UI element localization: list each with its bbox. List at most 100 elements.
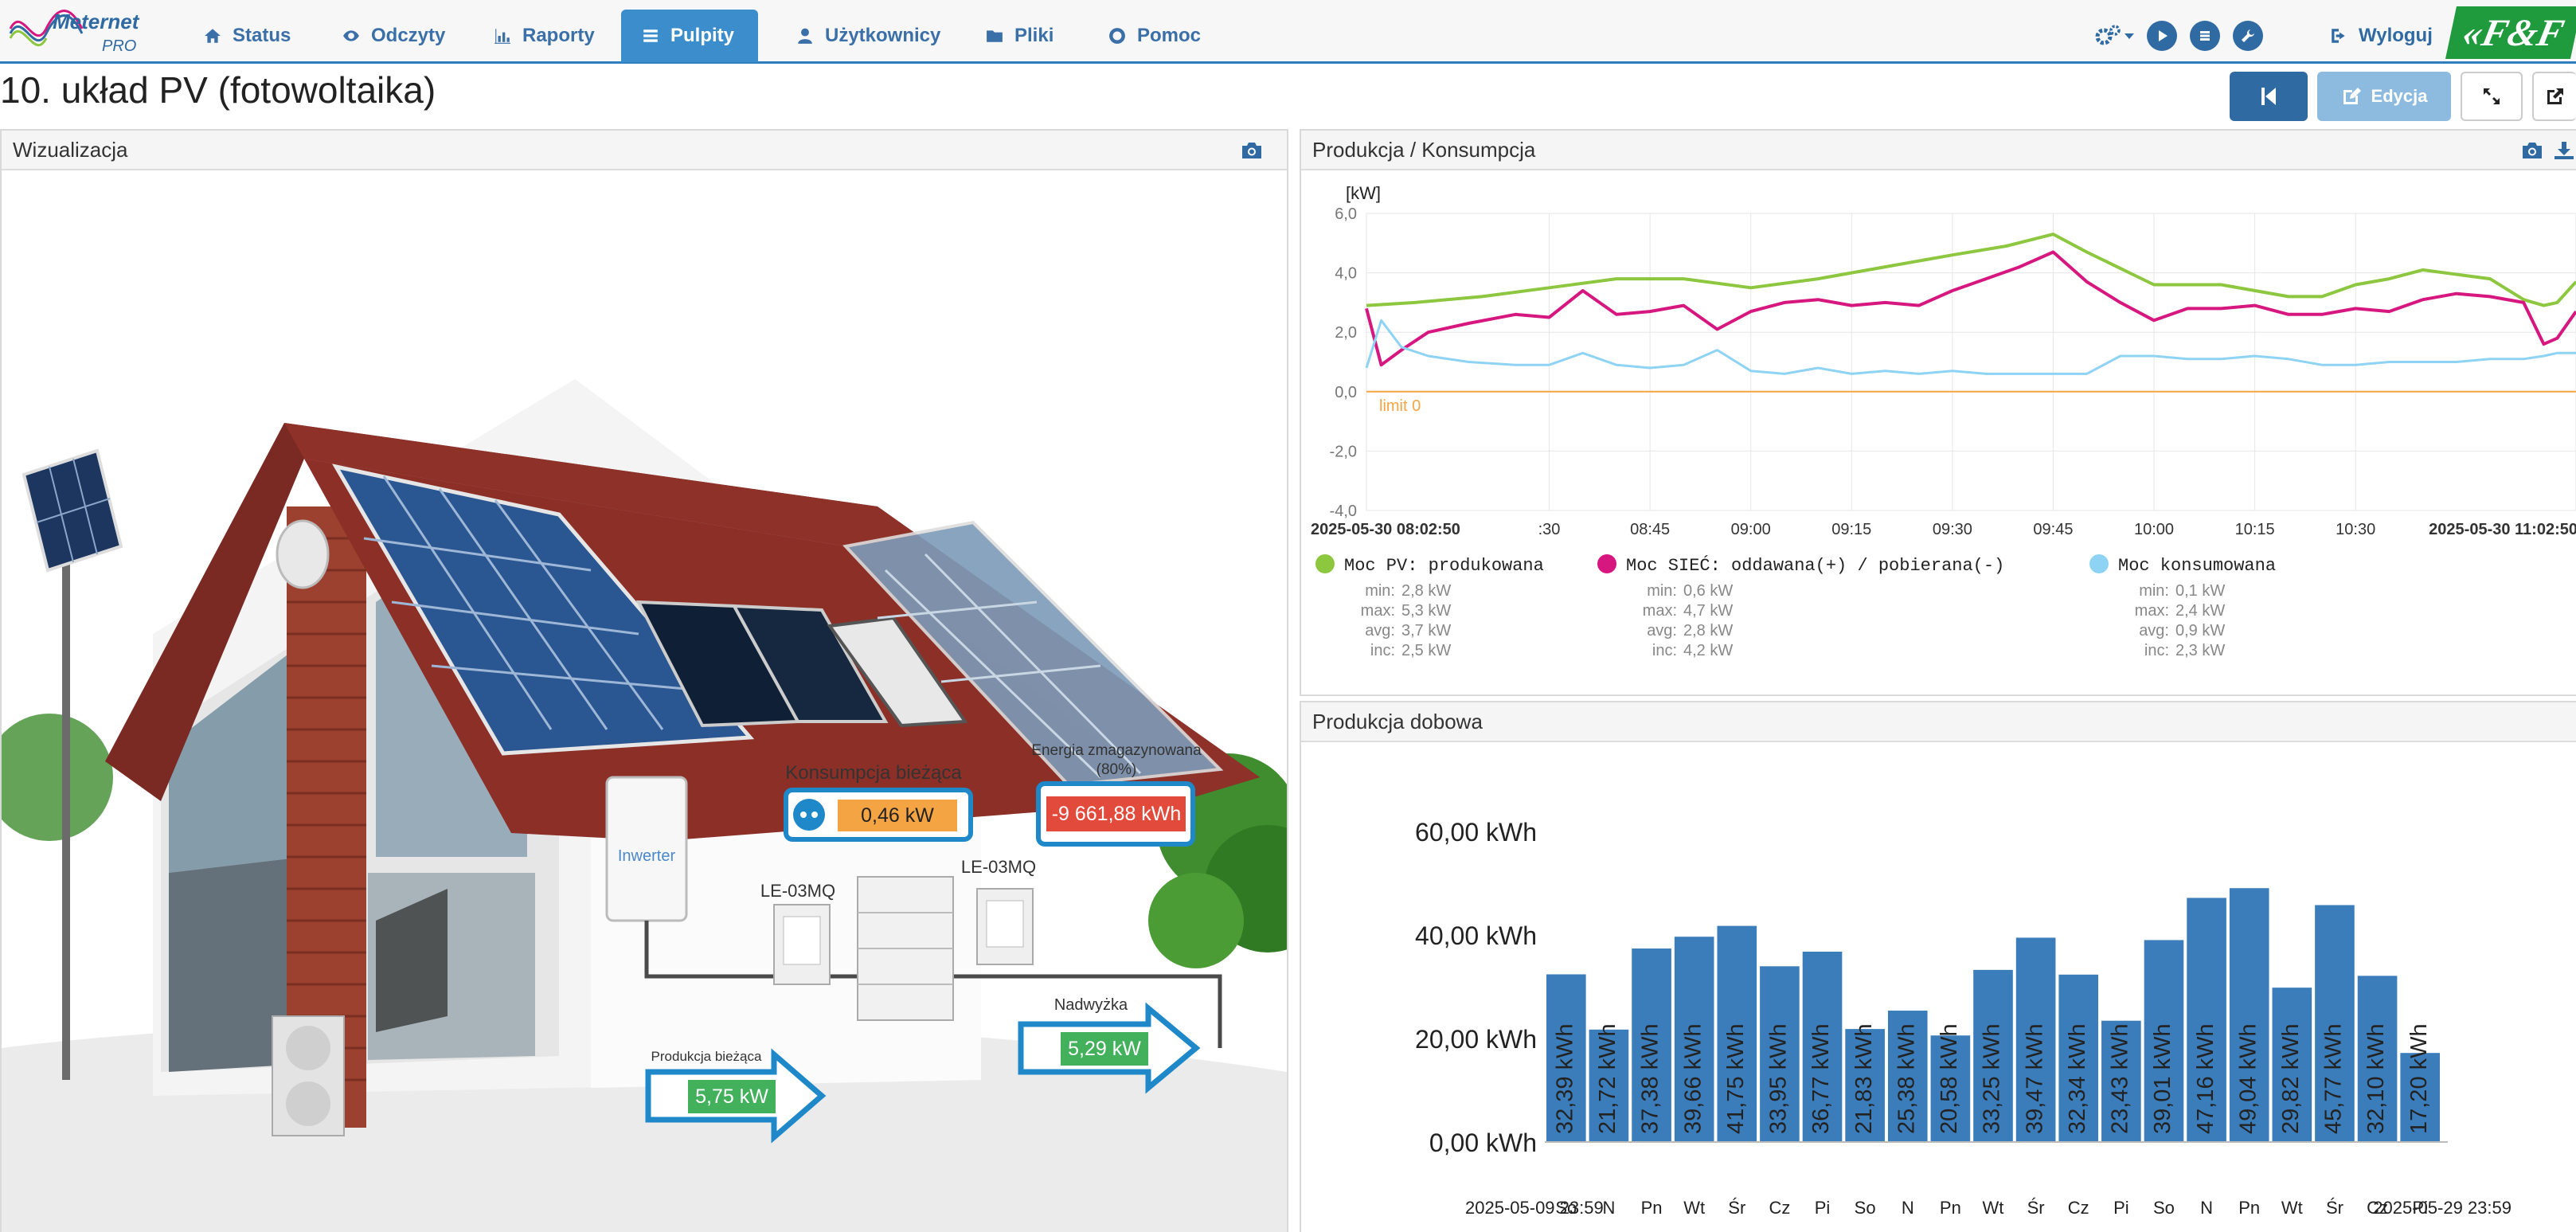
legend-stat-value: 2,8 kW — [1683, 622, 1733, 639]
edit-icon — [2343, 88, 2361, 104]
bar-x-tick-label: Pn — [1641, 1198, 1663, 1218]
y-tick-label: 4,0 — [1335, 265, 1357, 283]
legend-stat-label: avg: — [1647, 622, 1677, 639]
eye-icon — [343, 30, 359, 41]
bar-value-label: 20,58 kWh — [1937, 1023, 1962, 1134]
pv-house-scene: Inwerter LE-03MQ LE-03MQ Konsumpcja bież… — [2, 379, 1287, 1232]
external-link-button[interactable] — [2532, 72, 2576, 121]
legend-stat-value: 2,4 kW — [2175, 602, 2225, 620]
legend-stat-label: inc: — [2144, 642, 2169, 659]
legend-dot — [2089, 554, 2109, 573]
expand-icon — [2484, 88, 2500, 104]
bar-value-label: 32,10 kWh — [2363, 1023, 2389, 1134]
legend-stat-value: 4,7 kW — [1683, 602, 1733, 620]
bar-value-label: 32,39 kWh — [1552, 1023, 1577, 1134]
settings-dropdown[interactable] — [2094, 24, 2134, 48]
legend-stat-label: min: — [1365, 582, 1395, 600]
bar-x-tick-label: Wt — [2281, 1198, 2303, 1218]
meternet-logo[interactable]: Meternet PRO — [6, 5, 150, 57]
nav-status[interactable]: Status — [183, 10, 311, 62]
bar-value-label: 32,34 kWh — [2065, 1023, 2090, 1134]
meter-right — [976, 888, 1034, 965]
list-lines-icon — [2200, 31, 2210, 41]
bar-value-label: 37,38 kWh — [1638, 1023, 1663, 1134]
production-consumption-title: Produkcja / Konsumpcja — [1312, 137, 1536, 162]
legend-stat-label: max: — [1361, 602, 1395, 620]
meterpro-cabinet — [857, 876, 954, 1021]
visualization-panel: Wizualizacja Inwerter LE-03MQ LE-03MQ Ko… — [0, 129, 1288, 1232]
bar-value-label: 33,95 kWh — [1766, 1023, 1792, 1134]
legend-dot — [1597, 554, 1616, 573]
bar-y-tick-label: 60,00 kWh — [1415, 818, 1537, 847]
legend-stat-value: 0,6 kW — [1683, 582, 1733, 600]
bar-x-tick-label: So — [1855, 1198, 1876, 1218]
legend-stat-label: min: — [2139, 582, 2169, 600]
surplus-label: Nadwyżka — [1054, 996, 1128, 1014]
download-icon[interactable] — [2553, 140, 2575, 161]
back-button[interactable] — [2230, 72, 2308, 121]
x-tick-label: 09:30 — [1933, 521, 1972, 538]
legend-stat-label: avg: — [2139, 622, 2169, 639]
user-icon — [798, 28, 812, 44]
nav-raporty-label: Raporty — [522, 25, 595, 46]
play-button[interactable] — [2147, 21, 2177, 51]
x-tick-label: 09:00 — [1731, 521, 1771, 538]
meter-left — [773, 904, 831, 985]
legend-stat-value: 2,8 kW — [1401, 582, 1451, 600]
bar-y-tick-label: 20,00 kWh — [1415, 1025, 1537, 1054]
wrench-button[interactable] — [2233, 21, 2263, 51]
bar-value-label: 45,77 kWh — [2321, 1023, 2347, 1134]
legend-stat-label: inc: — [1370, 642, 1395, 659]
logout-button[interactable]: Wyloguj — [2309, 10, 2453, 62]
logo-text: Meternet — [53, 10, 140, 33]
production-label: Produkcja bieżąca — [651, 1049, 762, 1064]
legend-stat-label: inc: — [1652, 642, 1677, 659]
bar-x-tick-label: Cz — [2068, 1198, 2089, 1218]
legend-stat-value: 5,3 kW — [1401, 602, 1451, 620]
x-tick-label: 10:30 — [2336, 521, 2375, 538]
nav-pliki[interactable]: Pliki — [965, 10, 1074, 62]
nav-status-label: Status — [233, 25, 291, 46]
folder-icon — [987, 30, 1003, 42]
external-link-icon — [2547, 88, 2563, 104]
visualization-panel-header: Wizualizacja — [2, 131, 1287, 170]
legend-item-1[interactable]: Moc SIEĆ: oddawana(+) / pobierana(-) min:… — [1597, 554, 2004, 659]
edit-button[interactable]: Edycja — [2317, 72, 2451, 121]
ff-brand-text: «F&F — [2459, 11, 2568, 54]
bar-y-tick-label: 0,00 kWh — [1429, 1128, 1537, 1157]
camera-icon[interactable] — [1241, 140, 1263, 161]
energy-stored-percent: (80%) — [1096, 761, 1137, 778]
legend-stat-value: 0,1 kW — [2175, 582, 2225, 600]
y-tick-label: 6,0 — [1335, 205, 1357, 223]
x-tick-label: 09:15 — [1831, 521, 1871, 538]
bar-value-label: 29,82 kWh — [2278, 1023, 2304, 1134]
legend-stat-label: avg: — [1365, 622, 1395, 639]
bar-x-tick-label: N — [1602, 1198, 1615, 1218]
nav-pulpity[interactable]: Pulpity — [621, 10, 758, 62]
legend-stat-label: max: — [2135, 602, 2169, 620]
production-consumption-panel: Produkcja / Konsumpcja 6,0 4,0 2,0 0,0 -2,0 -… — [1300, 129, 2576, 696]
x-tick-label: 2025-05-30 08:02:50 — [1311, 521, 1460, 538]
bar-chart[interactable]: 60,00 kWh 40,00 kWh 20,00 kWh 0,00 kWh 32,3… — [1301, 744, 2576, 1232]
list-button[interactable] — [2190, 21, 2220, 51]
fullscreen-button[interactable] — [2461, 72, 2523, 121]
legend-item-2[interactable]: Moc konsumowana min: 0,1 kW max: 2,4 kW avg: 0… — [2089, 554, 2276, 659]
legend-name: Moc PV: produkowana — [1344, 556, 1544, 576]
nav-raporty[interactable]: Raporty — [473, 10, 616, 62]
camera-icon[interactable] — [2521, 140, 2543, 161]
nav-uzytkownicy[interactable]: Użytkownicy — [776, 10, 961, 62]
bar-value-label: 21,83 kWh — [1851, 1023, 1877, 1134]
legend-item-0[interactable]: Moc PV: produkowana min: 2,8 kW max: 5,3 kW a… — [1315, 554, 1544, 659]
meter-left-label: LE-03MQ — [760, 881, 835, 901]
nav-pomoc-label: Pomoc — [1137, 25, 1202, 46]
socket-icon — [793, 799, 825, 831]
caret-down-icon — [2125, 33, 2134, 39]
ff-brand-logo: «F&F — [2445, 6, 2576, 59]
production-consumption-header: Produkcja / Konsumpcja — [1301, 131, 2576, 170]
nav-odczyty[interactable]: Odczyty — [322, 10, 466, 62]
bar-chart-icon — [494, 29, 510, 44]
nav-pomoc[interactable]: Pomoc — [1088, 10, 1222, 62]
line-chart[interactable]: 6,0 4,0 2,0 0,0 -2,0 -4,0 2025-05-30 08:02:50… — [1301, 172, 2576, 696]
energy-stored-label: Energia zmagazynowana — [1031, 742, 1202, 759]
cogs-icon — [2095, 25, 2121, 45]
